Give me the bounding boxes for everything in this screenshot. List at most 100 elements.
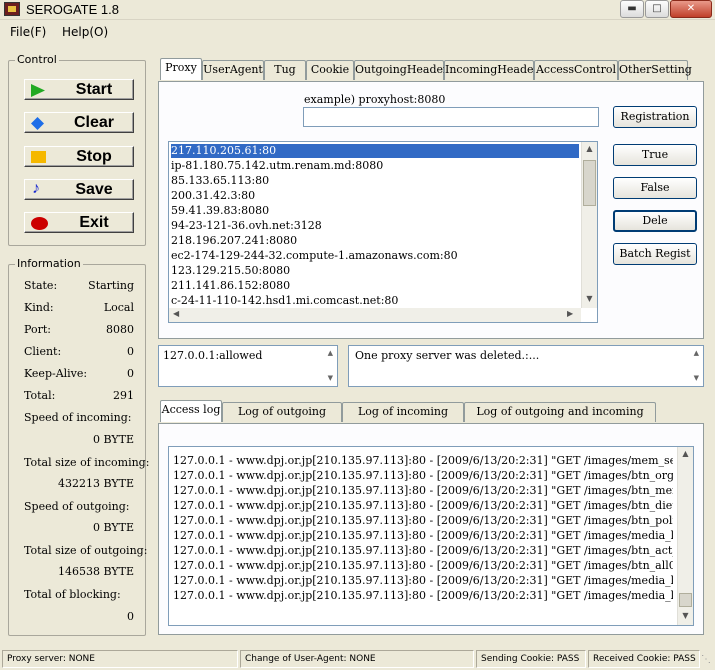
scroll-down-icon[interactable]: ▼ xyxy=(678,611,693,620)
proxy-list-item[interactable]: 200.31.42.3:80 xyxy=(171,189,255,203)
access-status-text: 127.0.0.1:allowed xyxy=(163,349,263,362)
speed-incoming-label: Speed of incoming: xyxy=(24,411,132,424)
tab-useragent[interactable]: UserAgent xyxy=(202,60,264,80)
total-label: Total: xyxy=(24,389,56,402)
save-label: Save xyxy=(75,181,113,198)
kind-label: Kind: xyxy=(24,301,54,314)
tab-access-log[interactable]: Access log xyxy=(160,400,222,422)
tab-accesscontrol[interactable]: AccessControl xyxy=(534,60,618,80)
stop-label: Stop xyxy=(76,148,112,165)
client-label: Client: xyxy=(24,345,62,358)
port-label: Port: xyxy=(24,323,51,336)
stop-button[interactable]: Stop xyxy=(24,146,134,167)
start-button[interactable]: Start xyxy=(24,79,134,100)
tab-proxy[interactable]: Proxy xyxy=(160,58,202,80)
scroll-up-icon[interactable]: ▲ xyxy=(582,144,597,153)
proxy-list-item[interactable]: 217.110.205.61:80 xyxy=(171,144,579,158)
proxy-list-item[interactable]: 94-23-121-36.ovh.net:3128 xyxy=(171,219,322,233)
log-line: 127.0.0.1 - www.dpj.or.jp[210.135.97.113… xyxy=(173,574,673,587)
scroll-right-icon[interactable]: ▶ xyxy=(567,309,573,318)
tab-incoming-log[interactable]: Log of incoming header xyxy=(342,402,464,436)
true-button[interactable]: True xyxy=(613,144,697,166)
registration-button[interactable]: Registration xyxy=(613,106,697,128)
batch-regist-button[interactable]: Batch Regist xyxy=(613,243,697,265)
log-line: 127.0.0.1 - www.dpj.or.jp[210.135.97.113… xyxy=(173,484,673,497)
resize-grip-icon[interactable]: ⋱ xyxy=(701,654,713,668)
log-line: 127.0.0.1 - www.dpj.or.jp[210.135.97.113… xyxy=(173,589,673,602)
information-group: Information xyxy=(8,257,146,636)
log-line: 127.0.0.1 - www.dpj.or.jp[210.135.97.113… xyxy=(173,454,673,467)
scroll-down-icon[interactable]: ▼ xyxy=(328,374,333,382)
proxy-list-item[interactable]: ec2-174-129-244-32.compute-1.amazonaws.c… xyxy=(171,249,458,263)
stop-square-icon xyxy=(31,151,46,163)
information-legend: Information xyxy=(15,257,83,270)
state-value: Starting xyxy=(88,279,134,292)
size-outgoing-label: Total size of outgoing: xyxy=(24,544,148,557)
status-sending: Sending Cookie: PASS xyxy=(476,650,586,668)
tab-outgoingheader[interactable]: OutgoingHeader xyxy=(354,60,448,80)
proxy-list-item[interactable]: ip-81.180.75.142.utm.renam.md:8080 xyxy=(171,159,383,173)
proxy-list-item[interactable]: 211.141.86.152:8080 xyxy=(171,279,290,293)
maximize-icon[interactable]: □ xyxy=(645,0,669,18)
scroll-up-icon[interactable]: ▲ xyxy=(328,349,333,357)
scroll-down-icon[interactable]: ▼ xyxy=(582,294,597,303)
access-log-list[interactable]: 127.0.0.1 - www.dpj.or.jp[210.135.97.113… xyxy=(168,446,694,626)
log-tabs: Access log Log of outgoing header Log of… xyxy=(158,400,704,436)
status-agent: Change of User-Agent: NONE xyxy=(240,650,474,668)
minimize-icon[interactable]: ▬ xyxy=(620,0,644,18)
log-line: 127.0.0.1 - www.dpj.or.jp[210.135.97.113… xyxy=(173,514,673,527)
save-button[interactable]: ♪ Save xyxy=(24,179,134,200)
scroll-down-icon[interactable]: ▼ xyxy=(694,374,699,382)
keepalive-value: 0 xyxy=(127,367,134,380)
proxy-host-input[interactable] xyxy=(303,107,599,127)
menu-help[interactable]: Help(O) xyxy=(62,25,108,39)
proxy-list[interactable]: 217.110.205.61:80 ip-81.180.75.142.utm.re… xyxy=(168,141,598,323)
client-value: 0 xyxy=(127,345,134,358)
menu-bar: File(F) Help(O) xyxy=(0,22,715,42)
tab-incomingheader[interactable]: IncomingHeader xyxy=(444,60,539,80)
speed-incoming-value: 0 BYTE xyxy=(92,433,134,446)
log-line: 127.0.0.1 - www.dpj.or.jp[210.135.97.113… xyxy=(173,469,673,482)
log-line: 127.0.0.1 - www.dpj.or.jp[210.135.97.113… xyxy=(173,544,673,557)
dele-button[interactable]: Dele xyxy=(613,210,697,232)
control-legend: Control xyxy=(15,53,59,66)
scroll-up-icon[interactable]: ▲ xyxy=(678,449,693,458)
menu-file[interactable]: File(F) xyxy=(10,25,46,39)
speed-outgoing-value: 0 BYTE xyxy=(92,521,134,534)
size-incoming-value: 432213 BYTE xyxy=(57,477,134,490)
proxy-list-item[interactable]: 59.41.39.83:8080 xyxy=(171,204,269,218)
exit-circle-icon xyxy=(31,217,48,230)
diamond-icon xyxy=(31,117,44,130)
scroll-up-icon[interactable]: ▲ xyxy=(694,349,699,357)
false-button[interactable]: False xyxy=(613,177,697,199)
access-status-box: 127.0.0.1:allowed ▲ ▼ xyxy=(158,345,338,387)
size-outgoing-value: 146538 BYTE xyxy=(57,565,134,578)
proxy-list-hscroll[interactable]: ◀ ▶ xyxy=(169,308,581,322)
tab-othersetting[interactable]: OtherSetting xyxy=(618,60,692,80)
proxy-list-item[interactable]: 218.196.207.241:8080 xyxy=(171,234,297,248)
state-label: State: xyxy=(24,279,58,292)
exit-label: Exit xyxy=(79,214,109,231)
close-icon[interactable]: ✕ xyxy=(670,0,712,18)
log-scroll-thumb[interactable] xyxy=(679,593,692,607)
log-line: 127.0.0.1 - www.dpj.or.jp[210.135.97.113… xyxy=(173,529,673,542)
proxy-list-item[interactable]: 85.133.65.113:80 xyxy=(171,174,269,188)
tab-tug[interactable]: Tug xyxy=(264,60,306,80)
log-vscroll[interactable]: ▲ ▼ xyxy=(677,447,693,625)
port-value: 8080 xyxy=(106,323,134,336)
tab-both-log[interactable]: Log of outgoing and incoming header. xyxy=(464,402,656,436)
message-status-text: One proxy server was deleted.:... xyxy=(355,349,540,362)
proxy-list-vscroll[interactable]: ▲ ▼ xyxy=(581,142,597,308)
title-bar: SEROGATE 1.8 ▬ □ ✕ xyxy=(0,0,715,20)
settings-tabs: Proxy UserAgent Tug Cookie OutgoingHeade… xyxy=(158,58,694,82)
clear-button[interactable]: Clear xyxy=(24,112,134,133)
exit-button[interactable]: Exit xyxy=(24,212,134,233)
window-title: SEROGATE 1.8 xyxy=(26,2,119,17)
scroll-left-icon[interactable]: ◀ xyxy=(173,309,179,318)
music-note-icon: ♪ xyxy=(32,180,40,197)
proxy-list-item[interactable]: c-24-11-110-142.hsd1.mi.comcast.net:80 xyxy=(171,294,398,308)
tab-outgoing-log[interactable]: Log of outgoing header xyxy=(222,402,342,436)
proxy-list-scroll-thumb[interactable] xyxy=(583,160,596,206)
tab-cookie[interactable]: Cookie xyxy=(306,60,354,80)
proxy-list-item[interactable]: 123.129.215.50:8080 xyxy=(171,264,290,278)
